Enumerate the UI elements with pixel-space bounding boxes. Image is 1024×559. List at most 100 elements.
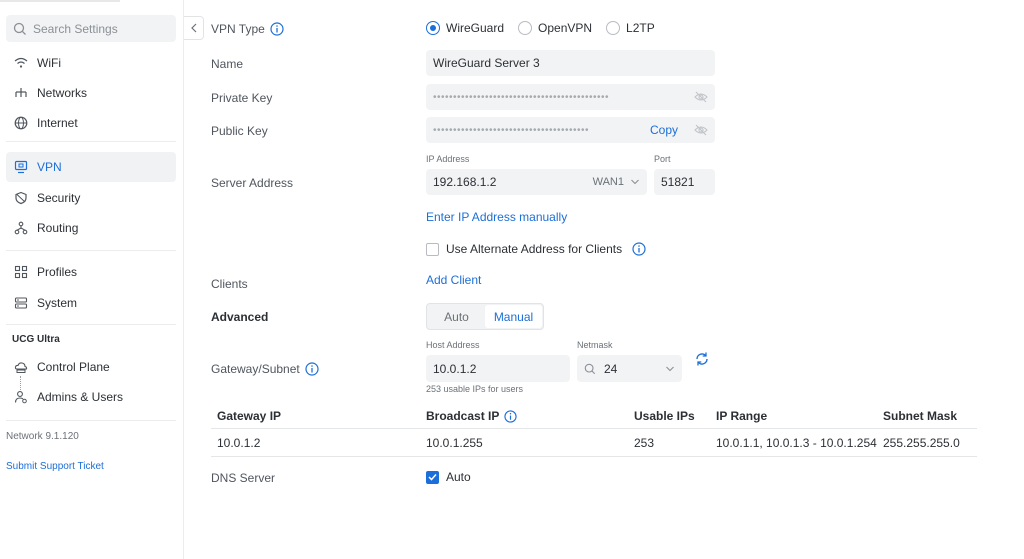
netmask-value: 24 xyxy=(604,361,618,376)
radio-wireguard[interactable]: WireGuard xyxy=(426,21,504,35)
advanced-label: Advanced xyxy=(211,310,269,324)
netmask-select[interactable]: 24 xyxy=(577,355,682,382)
user-admin-icon xyxy=(13,389,29,405)
device-section-title: UCG Ultra xyxy=(12,334,60,345)
advanced-auto-option[interactable]: Auto xyxy=(428,305,485,328)
eye-hidden-icon[interactable] xyxy=(694,123,708,137)
gateway-subnet-label: Gateway/Subnet xyxy=(211,362,319,376)
chevron-down-icon[interactable] xyxy=(630,178,640,186)
add-client-link[interactable]: Add Client xyxy=(426,273,481,287)
name-value: WireGuard Server 3 xyxy=(433,56,540,70)
sidebar-item-profiles[interactable]: Profiles xyxy=(6,257,176,287)
dns-auto-checkbox[interactable] xyxy=(426,470,439,484)
advanced-manual-option[interactable]: Manual xyxy=(485,305,542,328)
version-text: Network 9.1.120 xyxy=(6,431,79,442)
chevron-down-icon xyxy=(666,366,674,371)
cell-usable-ips: 253 xyxy=(634,436,655,450)
sidebar-divider xyxy=(6,141,176,142)
eye-hidden-icon[interactable] xyxy=(694,90,708,104)
refresh-icon[interactable] xyxy=(694,351,710,367)
sidebar-divider xyxy=(6,420,176,421)
info-icon[interactable] xyxy=(305,362,319,376)
search-placeholder: Search Settings xyxy=(33,21,118,36)
settings-app: Search Settings WiFi Networks Internet V… xyxy=(0,0,1024,559)
sidebar-item-networks[interactable]: Networks xyxy=(6,78,176,108)
sidebar: Search Settings WiFi Networks Internet V… xyxy=(0,0,184,559)
name-label: Name xyxy=(211,57,244,71)
check-icon xyxy=(428,473,437,481)
shield-icon xyxy=(13,190,29,206)
sidebar-item-admins-users[interactable]: Admins & Users xyxy=(6,382,176,412)
sidebar-item-label: VPN xyxy=(37,160,62,174)
public-key-mask: ••••••••••••••••••••••••••••••••••••••• xyxy=(433,124,590,136)
profiles-grid-icon xyxy=(13,264,29,280)
sidebar-item-label: Admins & Users xyxy=(37,390,124,404)
routing-icon xyxy=(13,220,29,236)
header-ip-range: IP Range xyxy=(716,409,768,423)
radio-openvpn[interactable]: OpenVPN xyxy=(518,21,592,35)
host-address-label: Host Address xyxy=(426,340,480,350)
sidebar-divider xyxy=(6,250,176,251)
sidebar-item-system[interactable]: System xyxy=(6,288,176,318)
search-settings-input[interactable]: Search Settings xyxy=(6,15,176,42)
info-icon[interactable] xyxy=(504,409,517,423)
chevron-left-icon xyxy=(190,23,196,33)
header-usable-ips: Usable IPs xyxy=(634,409,695,423)
enter-ip-manually-link[interactable]: Enter IP Address manually xyxy=(426,210,567,224)
vpn-monitor-icon xyxy=(13,159,29,175)
private-key-label: Private Key xyxy=(211,91,273,105)
sidebar-item-label: System xyxy=(37,296,78,310)
dns-server-label: DNS Server xyxy=(211,471,276,485)
vpn-type-radio-group: WireGuard OpenVPN L2TP xyxy=(426,21,655,35)
sidebar-item-label: Security xyxy=(37,191,81,205)
sidebar-item-internet[interactable]: Internet xyxy=(6,108,176,138)
submit-support-ticket-link[interactable]: Submit Support Ticket xyxy=(6,461,104,472)
cloud-console-icon xyxy=(13,359,29,375)
copy-button[interactable]: Copy xyxy=(650,123,678,137)
sidebar-item-control-plane[interactable]: Control Plane xyxy=(6,352,176,382)
server-address-label: Server Address xyxy=(211,176,294,190)
sidebar-item-vpn[interactable]: VPN xyxy=(6,152,176,182)
public-key-label: Public Key xyxy=(211,124,268,138)
clients-label: Clients xyxy=(211,277,248,291)
name-input[interactable]: WireGuard Server 3 xyxy=(426,50,715,76)
host-address-value: 10.0.1.2 xyxy=(433,361,477,376)
globe-icon xyxy=(13,115,29,131)
cell-broadcast-ip: 10.0.1.255 xyxy=(426,436,483,450)
radio-dot xyxy=(426,21,440,35)
collapse-sidebar-button[interactable] xyxy=(184,16,204,40)
sidebar-item-wifi[interactable]: WiFi xyxy=(6,48,176,78)
private-key-input[interactable]: ••••••••••••••••••••••••••••••••••••••••… xyxy=(426,84,715,110)
table-header-divider xyxy=(211,428,977,429)
sidebar-item-label: Internet xyxy=(37,116,78,130)
alternate-address-checkbox-row[interactable]: Use Alternate Address for Clients xyxy=(426,242,646,256)
alternate-address-label: Use Alternate Address for Clients xyxy=(446,242,623,256)
radio-label: L2TP xyxy=(626,21,655,35)
host-address-input[interactable]: 10.0.1.2 xyxy=(426,355,570,382)
netmask-label: Netmask xyxy=(577,340,613,350)
cell-ip-range: 10.0.1.1, 10.0.1.3 - 10.0.1.254 xyxy=(716,436,877,450)
radio-dot xyxy=(518,21,533,35)
dns-auto-checkbox-row[interactable]: Auto xyxy=(426,470,471,484)
header-broadcast-ip-text: Broadcast IP xyxy=(426,409,500,423)
radio-dot xyxy=(606,21,621,35)
radio-label: OpenVPN xyxy=(538,21,593,35)
wan-select-value[interactable]: WAN1 xyxy=(593,176,624,188)
sidebar-item-security[interactable]: Security xyxy=(6,183,176,213)
public-key-input[interactable]: ••••••••••••••••••••••••••••••••••••••• … xyxy=(426,117,715,143)
port-value: 51821 xyxy=(661,175,695,189)
sidebar-item-label: Routing xyxy=(37,221,79,235)
ip-address-label: IP Address xyxy=(426,154,470,164)
alternate-address-checkbox[interactable] xyxy=(426,242,439,256)
search-icon xyxy=(584,363,596,374)
ip-address-input[interactable]: 192.168.1.2 WAN1 xyxy=(426,169,647,195)
info-icon[interactable] xyxy=(632,242,646,256)
sidebar-item-label: Profiles xyxy=(37,265,78,279)
header-gateway-ip: Gateway IP xyxy=(217,409,282,423)
port-input[interactable]: 51821 xyxy=(654,169,715,195)
sidebar-item-routing[interactable]: Routing xyxy=(6,213,176,243)
info-icon[interactable] xyxy=(270,22,284,36)
sidebar-item-label: Control Plane xyxy=(37,360,110,374)
dns-auto-label: Auto xyxy=(446,470,471,484)
radio-l2tp[interactable]: L2TP xyxy=(606,21,655,35)
